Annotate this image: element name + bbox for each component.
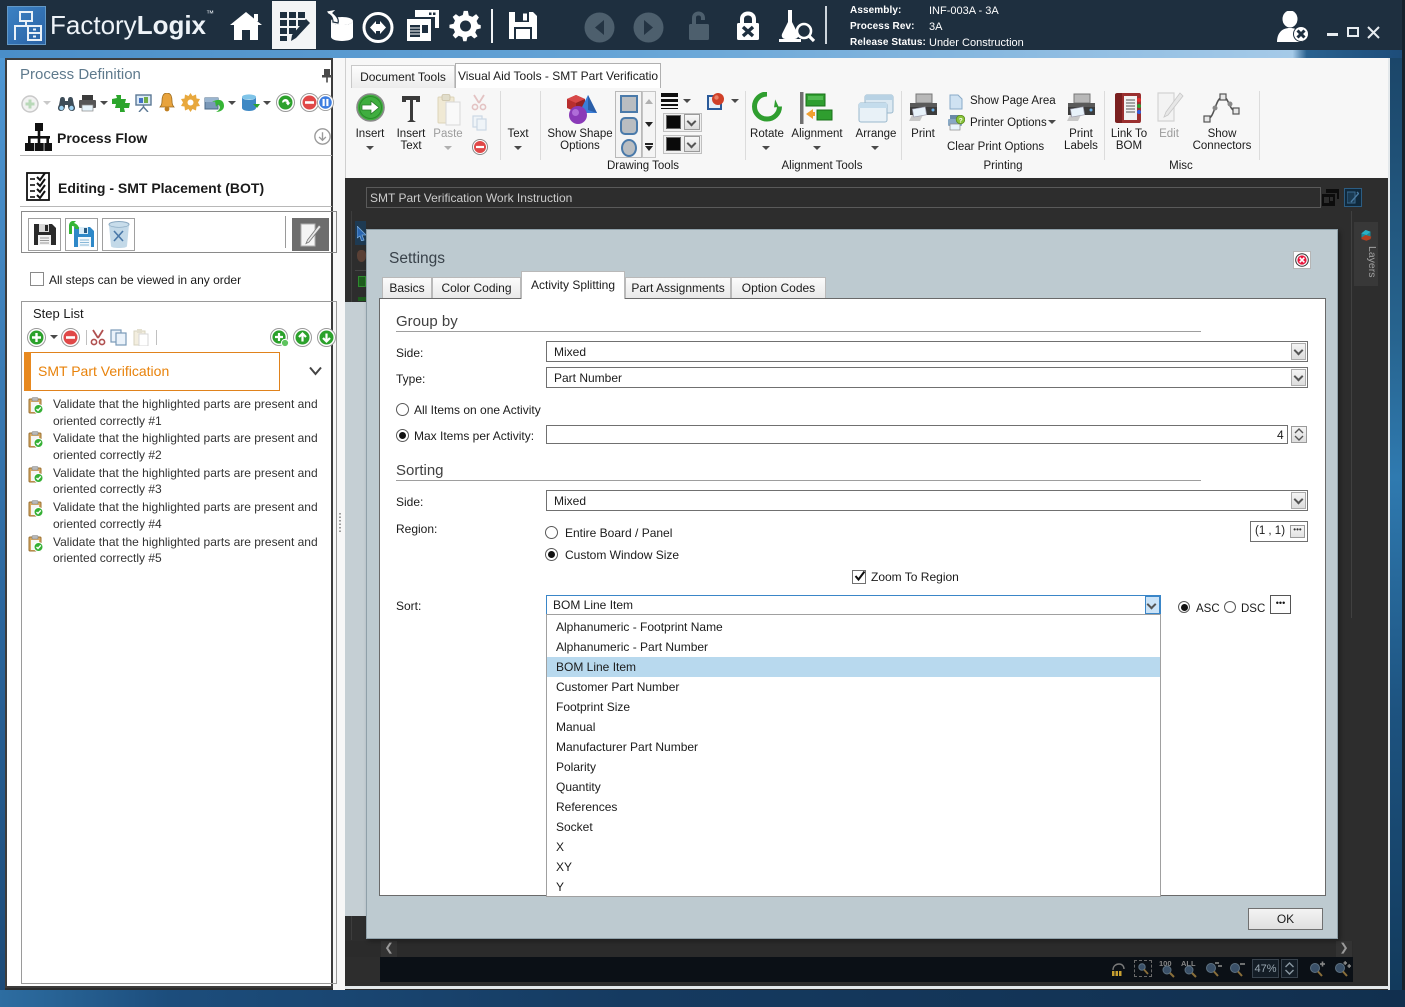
svg-text:?: ? [959, 118, 963, 125]
